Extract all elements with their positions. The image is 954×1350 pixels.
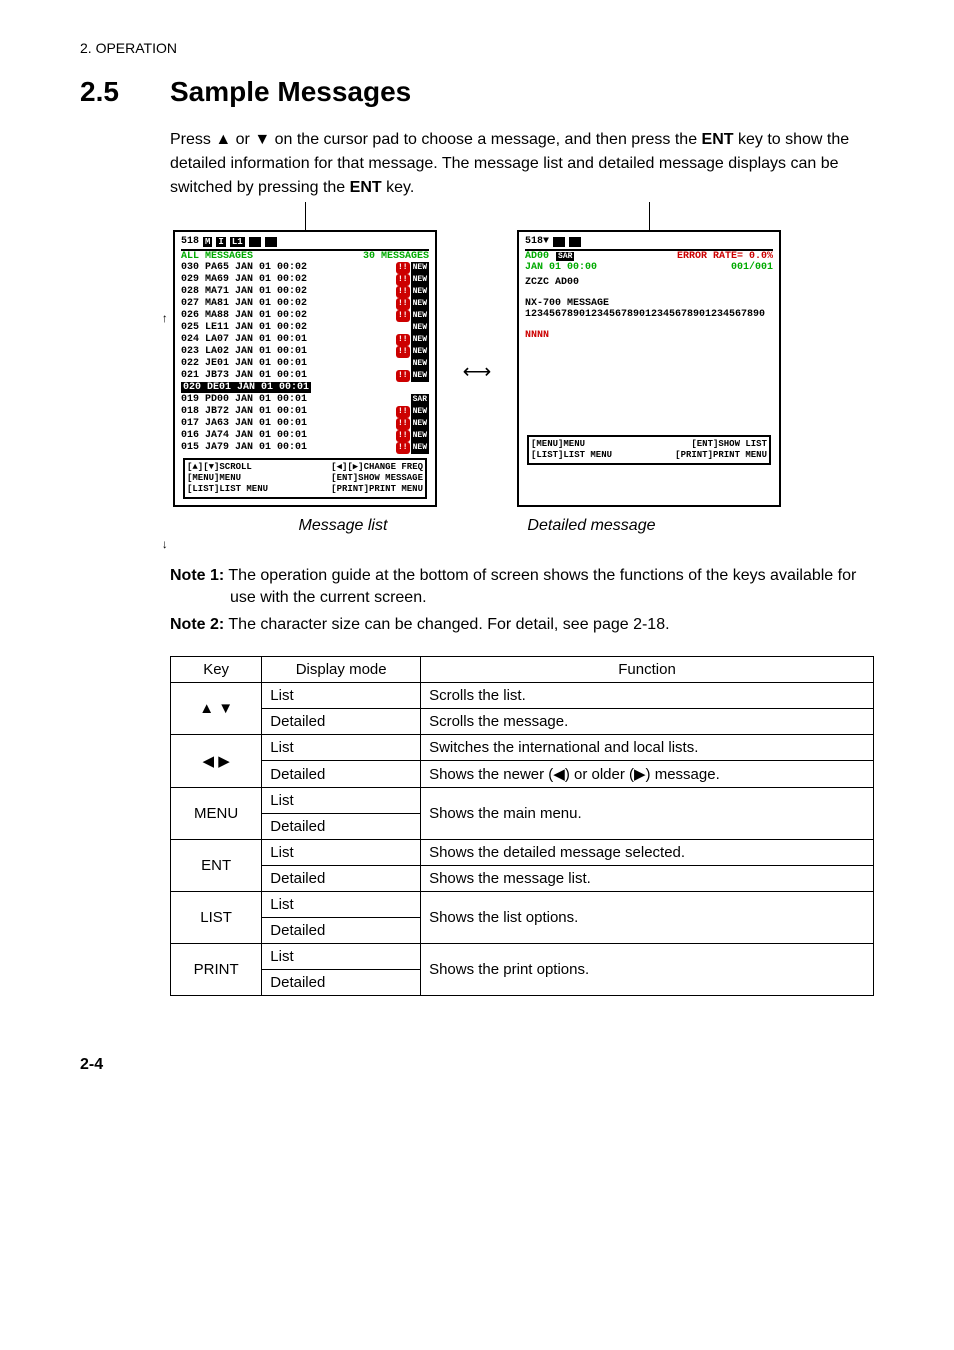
message-row: 017 JA63 JAN 01 00:01!!NEW [181,418,429,430]
figure-captions: Message list Detailed message [80,517,874,535]
message-row: 022 JE01 JAN 01 00:01NEW [181,358,429,370]
message-row: 026 MA88 JAN 01 00:02!!NEW [181,310,429,322]
message-row: 018 JB72 JAN 01 00:01!!NEW [181,406,429,418]
message-row: 023 LA02 JAN 01 00:01!!NEW [181,346,429,358]
message-row: 021 JB73 JAN 01 00:01!!NEW [181,370,429,382]
message-list-screen: ↑↓ 518 M I L1 ALL MESSAGES 30 MESSAGES 0… [173,230,437,507]
mode-icon: M [203,237,212,247]
screens-figure: ⟷ ↑↓ 518 M I L1 ALL MESSAGES 30 MESSAGES… [80,230,874,507]
section-heading: 2.5Sample Messages [80,76,874,108]
bidirectional-arrow-icon: ⟷ [463,359,492,384]
message-row: 027 MA81 JAN 01 00:02!!NEW [181,298,429,310]
intro-paragraph: Press ▲ or ▼ on the cursor pad to choose… [170,128,874,200]
scroll-indicator: ↑↓ [161,312,168,552]
chapter-header: 2. OPERATION [80,40,874,56]
message-row: 019 PD00 JAN 01 00:01SAR [181,394,429,406]
message-row: 025 LE11 JAN 01 00:02NEW [181,322,429,334]
operation-guide: [▲][▼]SCROLL[◀][▶]CHANGE FREQ [MENU]MENU… [183,458,427,499]
mode-icon: L1 [230,237,245,247]
detailed-message-screen: 518▼ AD00 SAR ERROR RATE= 0.0% JAN 01 00… [517,230,781,507]
mode-icon: I [216,237,225,247]
page-number: 2-4 [80,1056,874,1074]
message-row: 024 LA07 JAN 01 00:01!!NEW [181,334,429,346]
message-row: 016 JA74 JAN 01 00:01!!NEW [181,430,429,442]
message-row: 020 DE01 JAN 01 00:01 [181,382,429,394]
key-function-table: Key Display mode Function ▲ ▼ListScrolls… [170,656,874,996]
message-row: 028 MA71 JAN 01 00:02!!NEW [181,286,429,298]
message-row: 029 MA69 JAN 01 00:02!!NEW [181,274,429,286]
message-row: 015 JA79 JAN 01 00:01!!NEW [181,442,429,454]
detail-title-bar: 518▼ [525,236,773,251]
section-number: 2.5 [80,76,170,108]
operation-guide: [MENU]MENU[ENT]SHOW LIST [LIST]LIST MENU… [527,435,771,465]
message-row: 030 PA65 JAN 01 00:02!!NEW [181,262,429,274]
list-title-bar: 518 M I L1 [181,236,429,251]
notes-block: Note 1: The operation guide at the botto… [170,565,874,636]
section-title: Sample Messages [170,76,411,107]
